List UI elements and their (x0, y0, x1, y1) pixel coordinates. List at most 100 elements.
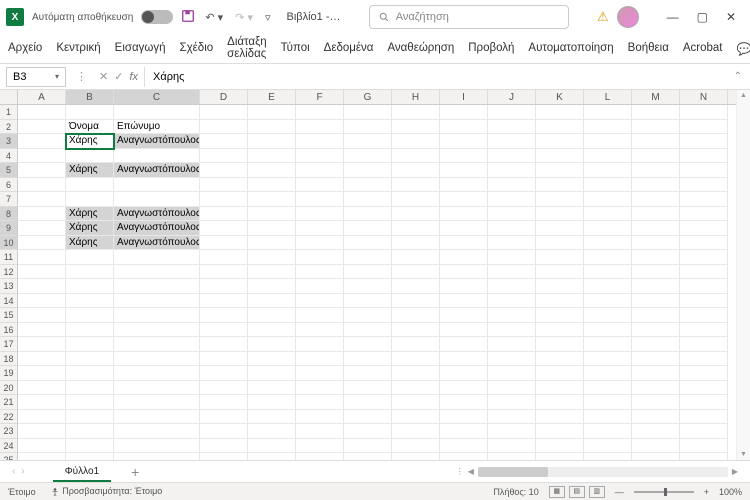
fx-icon[interactable]: fx (129, 71, 138, 83)
cell-H20[interactable] (392, 381, 440, 396)
cell-G14[interactable] (344, 294, 392, 309)
cell-I2[interactable] (440, 120, 488, 135)
maximize-button[interactable]: ▢ (697, 10, 708, 24)
tab-prev[interactable]: ‹ (12, 466, 15, 477)
cell-D22[interactable] (200, 410, 248, 425)
cell-A6[interactable] (18, 178, 66, 193)
cell-F7[interactable] (296, 192, 344, 207)
ribbon-tab-Βοήθεια[interactable]: Βοήθεια (628, 42, 669, 56)
cell-C15[interactable] (114, 308, 200, 323)
hscroll-menu[interactable]: ⋮ (456, 467, 464, 476)
cell-A24[interactable] (18, 439, 66, 454)
col-header-E[interactable]: E (248, 90, 296, 104)
cell-C14[interactable] (114, 294, 200, 309)
cell-H2[interactable] (392, 120, 440, 135)
cell-N18[interactable] (680, 352, 728, 367)
save-icon[interactable] (181, 9, 195, 26)
cell-F3[interactable] (296, 134, 344, 149)
ribbon-tab-Κεντρική[interactable]: Κεντρική (56, 42, 100, 56)
hscroll-right[interactable]: ▶ (732, 467, 738, 476)
cell-I21[interactable] (440, 395, 488, 410)
cell-I20[interactable] (440, 381, 488, 396)
cell-B13[interactable] (66, 279, 114, 294)
cell-B16[interactable] (66, 323, 114, 338)
cell-M8[interactable] (632, 207, 680, 222)
cell-K20[interactable] (536, 381, 584, 396)
cell-C21[interactable] (114, 395, 200, 410)
cell-H9[interactable] (392, 221, 440, 236)
cell-E4[interactable] (248, 149, 296, 164)
cell-H4[interactable] (392, 149, 440, 164)
collapse-formula-bar[interactable]: ⌃ (726, 71, 750, 82)
sheet-tab[interactable]: Φύλλο1 (53, 463, 111, 482)
cell-D4[interactable] (200, 149, 248, 164)
undo-button[interactable]: ↶ ▾ (203, 11, 225, 24)
cell-N15[interactable] (680, 308, 728, 323)
zoom-slider[interactable] (634, 491, 694, 493)
cell-E7[interactable] (248, 192, 296, 207)
cell-M12[interactable] (632, 265, 680, 280)
cell-J20[interactable] (488, 381, 536, 396)
cell-M18[interactable] (632, 352, 680, 367)
cell-L10[interactable] (584, 236, 632, 251)
cell-A21[interactable] (18, 395, 66, 410)
cell-C20[interactable] (114, 381, 200, 396)
cell-L12[interactable] (584, 265, 632, 280)
cell-H12[interactable] (392, 265, 440, 280)
cell-G13[interactable] (344, 279, 392, 294)
cell-K6[interactable] (536, 178, 584, 193)
cell-D23[interactable] (200, 424, 248, 439)
cell-F14[interactable] (296, 294, 344, 309)
spreadsheet-grid[interactable]: 1234567891011121314151617181920212223242… (0, 90, 750, 460)
cell-A4[interactable] (18, 149, 66, 164)
cell-D7[interactable] (200, 192, 248, 207)
cell-A1[interactable] (18, 105, 66, 120)
cell-A10[interactable] (18, 236, 66, 251)
row-header-24[interactable]: 24 (0, 439, 17, 454)
cell-D8[interactable] (200, 207, 248, 222)
cell-C6[interactable] (114, 178, 200, 193)
cell-F17[interactable] (296, 337, 344, 352)
cell-D13[interactable] (200, 279, 248, 294)
cell-M21[interactable] (632, 395, 680, 410)
cell-C22[interactable] (114, 410, 200, 425)
cell-M9[interactable] (632, 221, 680, 236)
cell-L9[interactable] (584, 221, 632, 236)
cell-K12[interactable] (536, 265, 584, 280)
row-header-20[interactable]: 20 (0, 381, 17, 396)
tab-next[interactable]: › (21, 466, 24, 477)
cell-D6[interactable] (200, 178, 248, 193)
view-normal[interactable]: ▦ (549, 486, 565, 498)
cell-H16[interactable] (392, 323, 440, 338)
cell-A19[interactable] (18, 366, 66, 381)
cell-L2[interactable] (584, 120, 632, 135)
cell-N24[interactable] (680, 439, 728, 454)
cell-A12[interactable] (18, 265, 66, 280)
cell-A17[interactable] (18, 337, 66, 352)
cell-J17[interactable] (488, 337, 536, 352)
cell-J1[interactable] (488, 105, 536, 120)
cell-B2[interactable]: Όνομα (66, 120, 114, 135)
cell-B15[interactable] (66, 308, 114, 323)
cell-A20[interactable] (18, 381, 66, 396)
cell-D20[interactable] (200, 381, 248, 396)
ribbon-tab-Εισαγωγή[interactable]: Εισαγωγή (115, 42, 166, 56)
cell-H13[interactable] (392, 279, 440, 294)
cell-C16[interactable] (114, 323, 200, 338)
cell-E24[interactable] (248, 439, 296, 454)
cell-L8[interactable] (584, 207, 632, 222)
cell-D12[interactable] (200, 265, 248, 280)
ribbon-tab-Προβολή[interactable]: Προβολή (468, 42, 514, 56)
cell-A2[interactable] (18, 120, 66, 135)
cell-I8[interactable] (440, 207, 488, 222)
cell-E23[interactable] (248, 424, 296, 439)
formula-input[interactable]: Χάρης (144, 67, 726, 87)
cell-B25[interactable] (66, 453, 114, 460)
formula-vdots[interactable]: ⋮ (76, 70, 87, 83)
cell-A5[interactable] (18, 163, 66, 178)
cell-F4[interactable] (296, 149, 344, 164)
ribbon-tab-Αναθεώρηση[interactable]: Αναθεώρηση (387, 42, 454, 56)
cell-D3[interactable] (200, 134, 248, 149)
col-header-N[interactable]: N (680, 90, 728, 104)
search-input[interactable]: Αναζήτηση (369, 5, 569, 29)
